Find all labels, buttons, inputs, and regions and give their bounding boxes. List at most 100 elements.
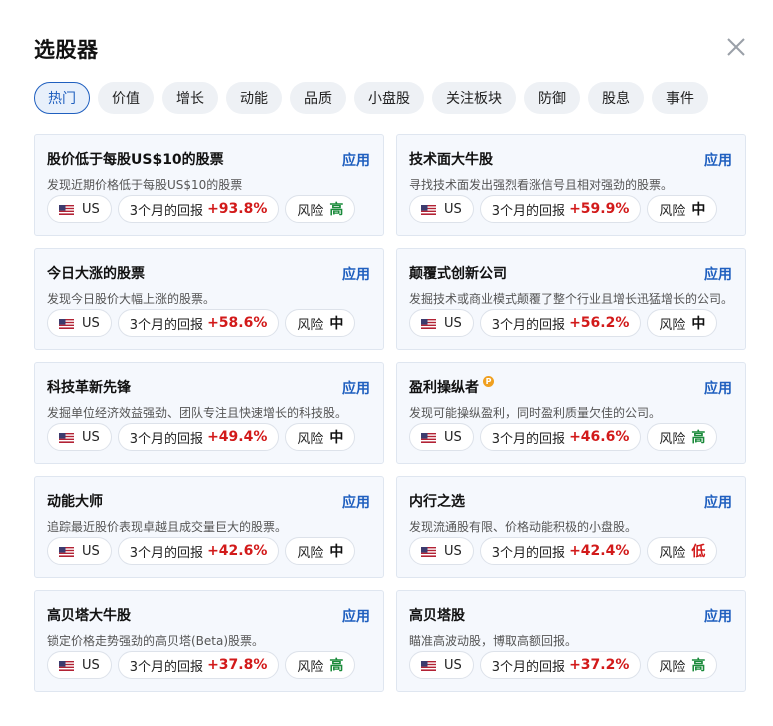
screener-card[interactable]: 股价低于每股US$10的股票 应用 发现近期价格低于每股US$10的股票 US …	[34, 134, 384, 236]
risk-label: 风险	[659, 659, 686, 675]
risk-value: 高	[691, 658, 706, 674]
screener-card[interactable]: 盈利操纵者 P 应用 发现可能操纵盈利，同时盈利质量欠佳的公司。 US 3个月的回…	[396, 362, 746, 464]
tab-0[interactable]: 热门	[34, 82, 90, 114]
apply-button[interactable]: 应用	[342, 606, 370, 626]
tab-9[interactable]: 事件	[652, 82, 708, 114]
market-chip: US	[47, 195, 112, 223]
apply-button[interactable]: 应用	[704, 606, 732, 626]
screener-title-row: 内行之选	[409, 491, 733, 511]
risk-label: 风险	[659, 545, 686, 561]
screener-title: 今日大涨的股票	[47, 266, 145, 282]
return-label: 3个月的回报	[491, 317, 566, 333]
screener-title-row: 颠覆式创新公司	[409, 263, 733, 283]
risk-chip: 风险 中	[285, 423, 356, 451]
apply-button[interactable]: 应用	[704, 264, 732, 284]
return-value: +37.8%	[207, 657, 268, 673]
screener-card[interactable]: 动能大师 应用 追踪最近股价表现卓越且成交量巨大的股票。 US 3个月的回报 +…	[34, 476, 384, 578]
apply-button[interactable]: 应用	[342, 264, 370, 284]
screener-card[interactable]: 内行之选 应用 发现流通股有限、价格动能积极的小盘股。 US 3个月的回报 +4…	[396, 476, 746, 578]
screener-title: 颠覆式创新公司	[409, 266, 507, 282]
us-flag-icon	[421, 660, 436, 671]
risk-value: 中	[329, 430, 344, 446]
market-label: US	[444, 201, 462, 217]
screener-description: 锁定价格走势强劲的高贝塔(Beta)股票。	[47, 634, 265, 648]
screener-card[interactable]: 高贝塔股 应用 瞄准高波动股，博取高额回报。 US 3个月的回报 +37.2% …	[396, 590, 746, 692]
screener-title: 高贝塔股	[409, 608, 465, 624]
tab-4[interactable]: 品质	[290, 82, 346, 114]
return-value: +59.9%	[569, 201, 630, 217]
return-value: +46.6%	[569, 429, 630, 445]
risk-value: 中	[691, 316, 706, 332]
screener-card[interactable]: 高贝塔大牛股 应用 锁定价格走势强劲的高贝塔(Beta)股票。 US 3个月的回…	[34, 590, 384, 692]
screener-stats: US 3个月的回报 +42.6% 风险 中	[47, 537, 356, 565]
risk-chip: 风险 中	[285, 309, 356, 337]
market-chip: US	[47, 537, 112, 565]
risk-value: 低	[691, 544, 706, 560]
us-flag-icon	[421, 546, 436, 557]
market-label: US	[82, 543, 100, 559]
screener-description: 发掘单位经济效益强劲、团队专注且快速增长的科技股。	[47, 406, 348, 420]
return-chip: 3个月的回报 +42.4%	[479, 537, 642, 565]
return-label: 3个月的回报	[491, 431, 566, 447]
screener-title-row: 高贝塔大牛股	[47, 605, 371, 625]
apply-button[interactable]: 应用	[704, 378, 732, 398]
apply-button[interactable]: 应用	[342, 492, 370, 512]
risk-chip: 风险 低	[647, 537, 718, 565]
screener-description: 瞄准高波动股，博取高额回报。	[409, 634, 578, 648]
market-chip: US	[409, 651, 474, 679]
screener-card[interactable]: 技术面大牛股 应用 寻找技术面发出强烈看涨信号且相对强劲的股票。 US 3个月的…	[396, 134, 746, 236]
tab-2[interactable]: 增长	[162, 82, 218, 114]
market-chip: US	[409, 195, 474, 223]
screener-title-row: 科技革新先锋	[47, 377, 371, 397]
screener-title-row: 股价低于每股US$10的股票	[47, 149, 371, 169]
return-chip: 3个月的回报 +37.2%	[479, 651, 642, 679]
tab-8[interactable]: 股息	[588, 82, 644, 114]
tab-1[interactable]: 价值	[98, 82, 154, 114]
risk-value: 高	[329, 658, 344, 674]
apply-button[interactable]: 应用	[704, 492, 732, 512]
screener-card[interactable]: 颠覆式创新公司 应用 发掘技术或商业模式颠覆了整个行业且增长迅猛增长的公司。 U…	[396, 248, 746, 350]
screener-title: 技术面大牛股	[409, 152, 493, 168]
tab-6[interactable]: 关注板块	[432, 82, 516, 114]
return-label: 3个月的回报	[129, 317, 204, 333]
risk-label: 风险	[659, 203, 686, 219]
screener-card[interactable]: 今日大涨的股票 应用 发现今日股价大幅上涨的股票。 US 3个月的回报 +58.…	[34, 248, 384, 350]
market-label: US	[82, 429, 100, 445]
return-chip: 3个月的回报 +37.8%	[117, 651, 280, 679]
apply-button[interactable]: 应用	[342, 150, 370, 170]
return-chip: 3个月的回报 +93.8%	[117, 195, 280, 223]
tab-5[interactable]: 小盘股	[354, 82, 424, 114]
return-label: 3个月的回报	[129, 659, 204, 675]
apply-button[interactable]: 应用	[704, 150, 732, 170]
risk-label: 风险	[297, 317, 324, 333]
screener-card[interactable]: 科技革新先锋 应用 发掘单位经济效益强劲、团队专注且快速增长的科技股。 US 3…	[34, 362, 384, 464]
risk-label: 风险	[297, 545, 324, 561]
close-button[interactable]	[722, 33, 750, 61]
screener-title: 股价低于每股US$10的股票	[47, 152, 224, 168]
apply-button[interactable]: 应用	[342, 378, 370, 398]
risk-chip: 风险 中	[647, 195, 718, 223]
screener-description: 寻找技术面发出强烈看涨信号且相对强劲的股票。	[409, 178, 674, 192]
market-chip: US	[409, 423, 474, 451]
screener-stats: US 3个月的回报 +42.4% 风险 低	[409, 537, 718, 565]
market-label: US	[444, 315, 462, 331]
screener-description: 发现近期价格低于每股US$10的股票	[47, 178, 243, 192]
return-value: +42.6%	[207, 543, 268, 559]
risk-chip: 风险 高	[285, 195, 356, 223]
screener-title: 高贝塔大牛股	[47, 608, 131, 624]
risk-label: 风险	[297, 203, 324, 219]
return-value: +56.2%	[569, 315, 630, 331]
us-flag-icon	[421, 318, 436, 329]
return-chip: 3个月的回报 +59.9%	[479, 195, 642, 223]
screener-description: 发现流通股有限、价格动能积极的小盘股。	[409, 520, 638, 534]
tab-7[interactable]: 防御	[524, 82, 580, 114]
pro-badge-icon: P	[483, 375, 494, 387]
return-chip: 3个月的回报 +49.4%	[117, 423, 280, 451]
return-label: 3个月的回报	[129, 431, 204, 447]
screener-description: 追踪最近股价表现卓越且成交量巨大的股票。	[47, 520, 288, 534]
risk-chip: 风险 高	[647, 423, 718, 451]
market-chip: US	[47, 651, 112, 679]
screener-stats: US 3个月的回报 +93.8% 风险 高	[47, 195, 356, 223]
market-chip: US	[409, 309, 474, 337]
tab-3[interactable]: 动能	[226, 82, 282, 114]
